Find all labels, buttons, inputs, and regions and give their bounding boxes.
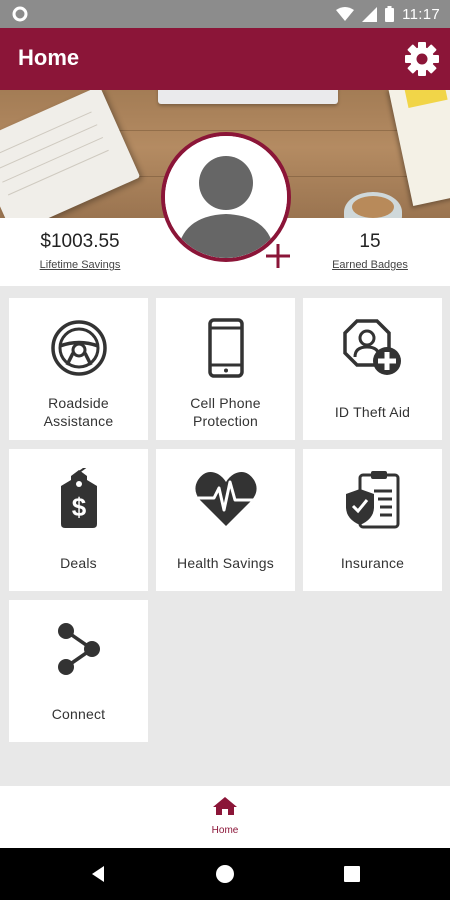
price-tag-icon: $ [60, 468, 97, 528]
status-bar: 11:17 [0, 0, 450, 28]
settings-gear-icon[interactable] [402, 39, 442, 79]
tile-label: Deals [60, 555, 97, 571]
tile-connect[interactable]: Connect [9, 600, 148, 742]
phone-icon [207, 318, 244, 378]
nav-home-label: Home [211, 825, 239, 836]
tile-label: Cell Phone Protection [190, 395, 261, 429]
lifetime-savings-link[interactable]: Lifetime Savings [20, 259, 140, 271]
battery-icon [385, 6, 395, 22]
home-icon [213, 797, 237, 815]
lifetime-savings[interactable]: $1003.55 Lifetime Savings [20, 231, 140, 271]
share-icon [57, 623, 100, 675]
tile-health-savings[interactable]: Health Savings [156, 449, 295, 591]
tile-insurance[interactable]: Insurance [303, 449, 442, 591]
earned-badges[interactable]: 15 Earned Badges [320, 231, 420, 271]
tile-label: Health Savings [177, 555, 274, 571]
app-bar: Home [0, 28, 450, 90]
earned-badges-link[interactable]: Earned Badges [320, 259, 420, 271]
steering-wheel-icon [50, 320, 107, 376]
user-silhouette-icon [165, 136, 287, 258]
tile-label: ID Theft Aid [334, 404, 411, 420]
tile-roadside-assistance[interactable]: Roadside Assistance [9, 298, 148, 440]
tile-label: Connect [51, 706, 106, 722]
lifetime-savings-value: $1003.55 [40, 231, 120, 252]
back-triangle-icon[interactable] [86, 862, 110, 886]
wifi-icon [336, 6, 355, 21]
earned-badges-value: 15 [359, 231, 381, 252]
tile-label: Roadside Assistance [43, 395, 114, 429]
recents-square-icon[interactable] [340, 862, 364, 886]
add-photo-plus-icon[interactable] [264, 242, 292, 270]
insurance-clipboard-icon [345, 471, 399, 529]
nav-item-home[interactable]: Home [195, 796, 255, 842]
heart-pulse-icon [194, 472, 257, 526]
tile-deals[interactable]: $ Deals [9, 449, 148, 591]
home-circle-icon[interactable] [213, 862, 237, 886]
svg-text:$: $ [71, 492, 86, 522]
tile-label: Insurance [340, 555, 405, 571]
notification-ring-icon [12, 6, 28, 22]
clock: 11:17 [402, 5, 440, 23]
page-title: Home [18, 45, 80, 70]
identity-plus-icon [342, 319, 401, 375]
system-navigation-bar [0, 848, 450, 900]
signal-icon [362, 6, 378, 22]
tile-cell-phone-protection[interactable]: Cell Phone Protection [156, 298, 295, 440]
bottom-navigation: Home [0, 786, 450, 848]
tile-id-theft-aid[interactable]: ID Theft Aid [303, 298, 442, 440]
